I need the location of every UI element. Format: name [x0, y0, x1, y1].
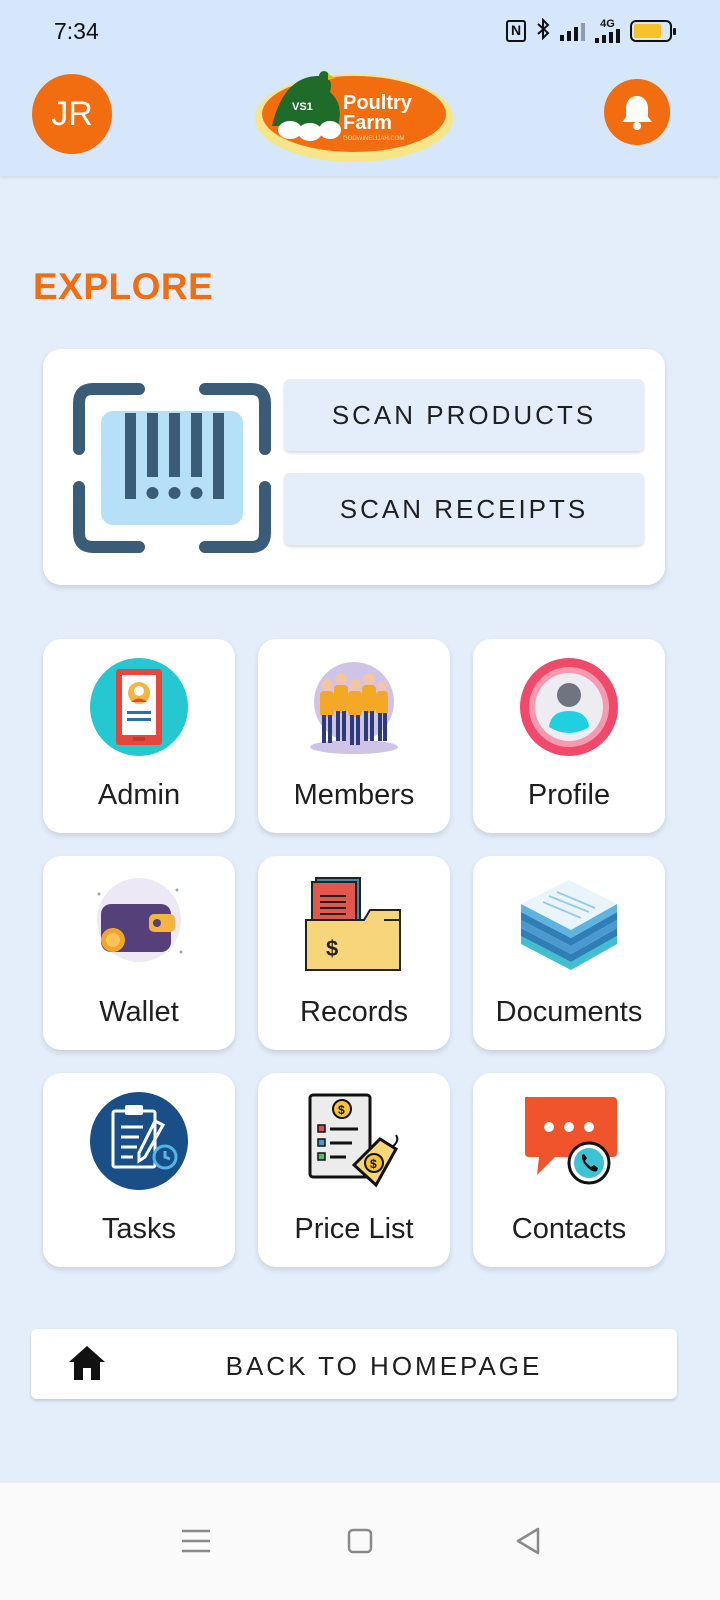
battery-level	[634, 24, 662, 38]
price-list-icon: $ $	[304, 1091, 404, 1191]
svg-text:$: $	[370, 1157, 377, 1171]
svg-text:$: $	[326, 936, 338, 961]
tile-label: Admin	[97, 779, 181, 811]
tile-members[interactable]: Members	[258, 639, 450, 833]
tile-label: Members	[293, 779, 415, 811]
tile-label: Contacts	[511, 1213, 627, 1245]
battery-icon	[630, 20, 676, 42]
tile-label: Profile	[527, 779, 611, 811]
back-triangle-icon[interactable]	[508, 1521, 548, 1561]
profile-user-icon	[519, 657, 619, 757]
status-icons: N 4G	[506, 17, 676, 44]
logo-badge: VS1	[292, 101, 313, 113]
admin-id-icon	[89, 657, 189, 757]
wallet-icon	[89, 874, 189, 974]
tile-label: Tasks	[101, 1213, 177, 1245]
svg-text:$: $	[338, 1103, 345, 1117]
home-square-icon[interactable]	[340, 1521, 380, 1561]
back-to-homepage-label: BACK TO HOMEPAGE	[225, 1351, 543, 1381]
menu-icon[interactable]	[176, 1521, 216, 1561]
documents-stack-icon	[519, 874, 619, 974]
barcode-scanner-icon	[73, 383, 271, 553]
top-app-bar: 7:34 N 4G JR VS1 Poultry Farm GODWINELIJ…	[0, 0, 720, 176]
members-group-icon	[304, 657, 404, 757]
nfc-icon: N	[506, 20, 526, 42]
back-to-homepage-button[interactable]: BACK TO HOMEPAGE	[31, 1329, 677, 1399]
tile-wallet[interactable]: Wallet	[43, 856, 235, 1050]
contacts-chat-icon	[519, 1091, 619, 1191]
user-avatar[interactable]: JR	[32, 74, 112, 154]
tile-label: Records	[300, 996, 408, 1028]
app-logo: VS1 Poultry Farm GODWINELIJAH.COM	[254, 64, 454, 164]
logo-line2: Farm	[343, 112, 392, 134]
logo-line1: Poultry	[343, 92, 413, 114]
system-nav-bar	[0, 1483, 720, 1600]
4g-signal-icon: 4G	[595, 19, 620, 43]
notification-button[interactable]	[604, 79, 670, 145]
tile-contacts[interactable]: Contacts	[473, 1073, 665, 1267]
logo-domain: GODWINELIJAH.COM	[343, 136, 404, 142]
tile-label: Wallet	[99, 996, 179, 1028]
scan-card: SCAN PRODUCTS SCAN RECEIPTS	[43, 349, 665, 585]
tile-label: Documents	[495, 996, 643, 1028]
tile-documents[interactable]: Documents	[473, 856, 665, 1050]
bluetooth-icon	[536, 17, 550, 44]
status-time: 7:34	[54, 18, 99, 44]
tile-admin[interactable]: Admin	[43, 639, 235, 833]
tile-profile[interactable]: Profile	[473, 639, 665, 833]
tile-label: Price List	[294, 1213, 414, 1245]
records-folder-icon: $	[304, 874, 404, 974]
signal-icon	[560, 21, 585, 41]
explore-grid: Admin Members Profile Wallet $ Records D…	[43, 639, 665, 1267]
tile-price-list[interactable]: $ $ Price List	[258, 1073, 450, 1267]
tasks-clipboard-icon	[89, 1091, 189, 1191]
bell-icon	[622, 96, 652, 130]
explore-heading: EXPLORE	[33, 266, 214, 307]
tile-records[interactable]: $ Records	[258, 856, 450, 1050]
scan-products-button[interactable]: SCAN PRODUCTS	[284, 379, 644, 451]
scan-receipts-button[interactable]: SCAN RECEIPTS	[284, 473, 644, 545]
tile-tasks[interactable]: Tasks	[43, 1073, 235, 1267]
